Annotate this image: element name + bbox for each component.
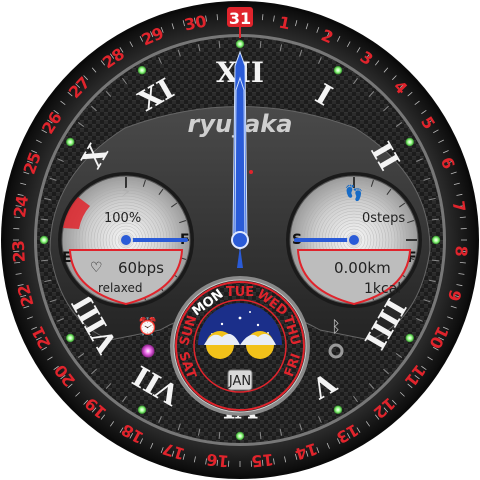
day-number: 23 bbox=[9, 240, 29, 263]
hour-marker bbox=[405, 137, 414, 147]
hour-marker bbox=[333, 405, 343, 414]
battery-hand-pivot bbox=[119, 233, 133, 247]
hour-marker bbox=[405, 333, 414, 343]
alarm-clock-icon: ⏰ bbox=[137, 316, 158, 337]
hour-marker bbox=[66, 333, 75, 343]
steps-count: 0steps bbox=[362, 211, 405, 226]
day-number: 16 bbox=[206, 450, 230, 471]
hour-marker bbox=[333, 66, 343, 75]
steps-hand-pivot bbox=[347, 233, 361, 247]
heart-icon: ♡ bbox=[90, 260, 103, 276]
alarm-indicator bbox=[141, 344, 155, 358]
footprints-icon: 👣 bbox=[345, 183, 364, 202]
watch-face: 1234567891011121314151617181920212223242… bbox=[1, 1, 479, 479]
day-number: 8 bbox=[451, 245, 471, 257]
month-label: JAN bbox=[228, 374, 251, 389]
heart-state: relaxed bbox=[98, 281, 142, 295]
weekday-label: TUE bbox=[226, 285, 254, 300]
center-pivot bbox=[231, 231, 249, 249]
lightning-icon: ⚡ bbox=[120, 182, 131, 201]
hour-marker bbox=[431, 235, 441, 245]
calendar-subdial: SATSUNMON TUE WEDTHUFRI JAN bbox=[170, 276, 310, 416]
hour-marker bbox=[235, 431, 245, 441]
steps-calories: 1kcal bbox=[364, 281, 401, 297]
hour-marker bbox=[137, 66, 147, 75]
center-marker-dot bbox=[249, 170, 253, 174]
battery-subdial: ⚡ 100% E F ♡ 60bps relaxed bbox=[58, 172, 194, 308]
day-number: 15 bbox=[250, 450, 274, 471]
heart-rate: 60bps bbox=[118, 259, 164, 277]
battery-percent: 100% bbox=[104, 211, 141, 226]
hour-hand bbox=[234, 76, 246, 248]
steps-distance: 0.00km bbox=[334, 259, 391, 277]
bluetooth-icon: ᛒ bbox=[331, 317, 341, 336]
hour-marker bbox=[137, 405, 147, 414]
day-number: 24 bbox=[10, 194, 32, 219]
hour-marker bbox=[235, 39, 245, 49]
hour-marker bbox=[39, 235, 49, 245]
hour-marker bbox=[66, 137, 75, 147]
steps-subdial: 👣 0steps S F 0.00km 1kcal bbox=[286, 172, 422, 308]
